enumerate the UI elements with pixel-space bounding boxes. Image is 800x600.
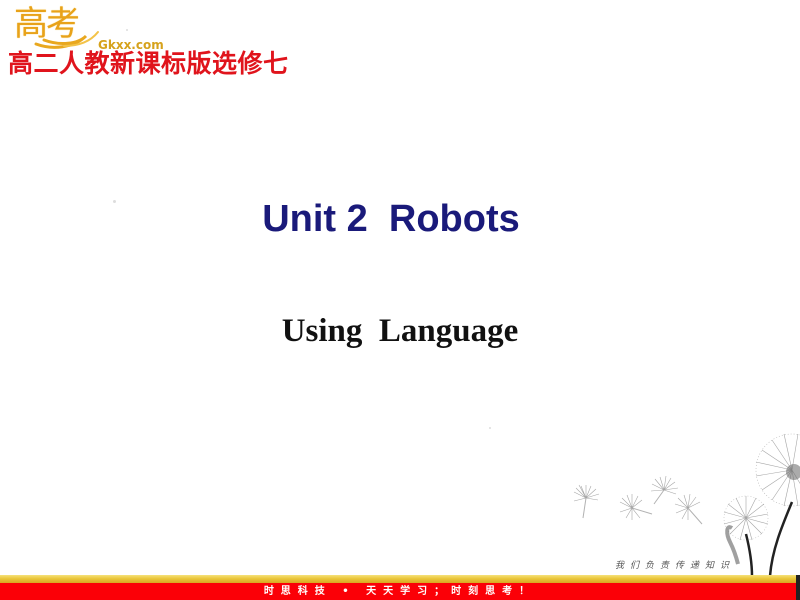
dandelion-flower-icon xyxy=(723,495,769,541)
slide: 高考 Gkxx.com 高二人教新课标版选修七 Unit 2 Robots Us… xyxy=(0,0,800,600)
course-title: 高二人教新课标版选修七 xyxy=(8,49,289,78)
footer-slogan: 时思科技 • 天天学习；时刻思考！ xyxy=(263,586,537,597)
dandelion-seed-icon xyxy=(573,484,600,519)
dandelion-stem xyxy=(744,533,754,576)
dandelion-stem xyxy=(768,501,794,576)
gkxx-logo: 高考 Gkxx.com xyxy=(14,4,184,52)
decorative-speck xyxy=(489,427,491,429)
dandelion-icon xyxy=(573,433,800,576)
slide-title: Unit 2 Robots xyxy=(0,196,800,242)
motto-text: 我们负责传递知识 xyxy=(615,561,736,571)
decorative-speck xyxy=(113,200,116,203)
slide-subtitle: Using Language xyxy=(0,311,800,351)
footer-stripe xyxy=(0,575,800,583)
dandelion-seed-icon xyxy=(674,493,703,525)
slide-title-text: Unit 2 Robots xyxy=(262,198,520,240)
decorative-speck xyxy=(126,29,128,31)
dandelion-seed-icon xyxy=(619,494,653,520)
logo-swoosh-icon xyxy=(34,31,99,49)
slide-edge xyxy=(796,575,800,600)
slide-subtitle-text: Using Language xyxy=(281,313,519,349)
dandelion-seed-icon xyxy=(650,475,679,505)
